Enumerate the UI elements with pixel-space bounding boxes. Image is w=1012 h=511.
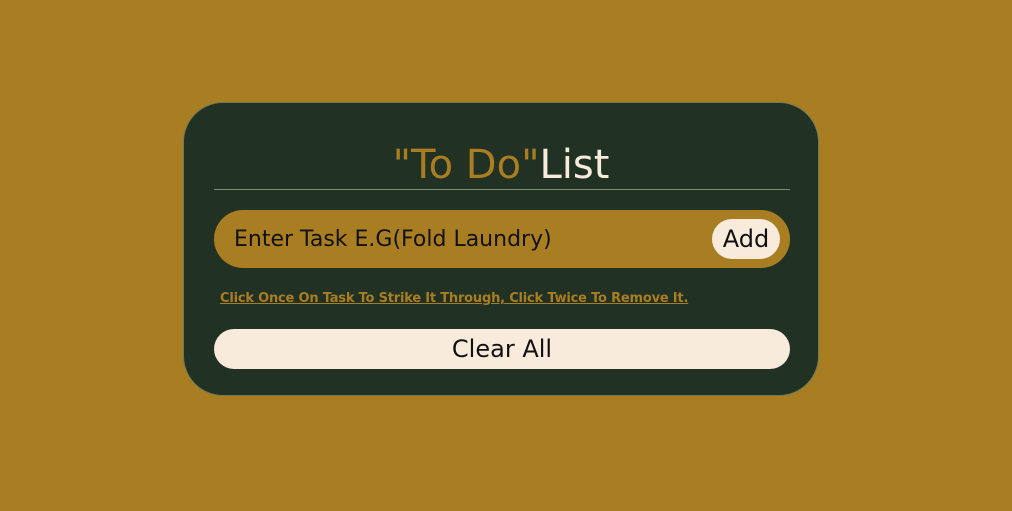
page-title: "To Do"List	[184, 141, 818, 189]
todo-card: "To Do"List Add Click Once On Task To St…	[183, 102, 819, 396]
title-divider	[214, 189, 790, 190]
task-input-container: Add	[214, 210, 790, 268]
title-accent: "To Do"	[392, 142, 540, 188]
add-task-button[interactable]: Add	[712, 219, 780, 259]
instructions-text: Click Once On Task To Strike It Through,…	[220, 291, 689, 306]
title-main: List	[539, 142, 610, 188]
clear-all-button[interactable]: Clear All	[214, 329, 790, 369]
task-input[interactable]	[234, 210, 704, 268]
